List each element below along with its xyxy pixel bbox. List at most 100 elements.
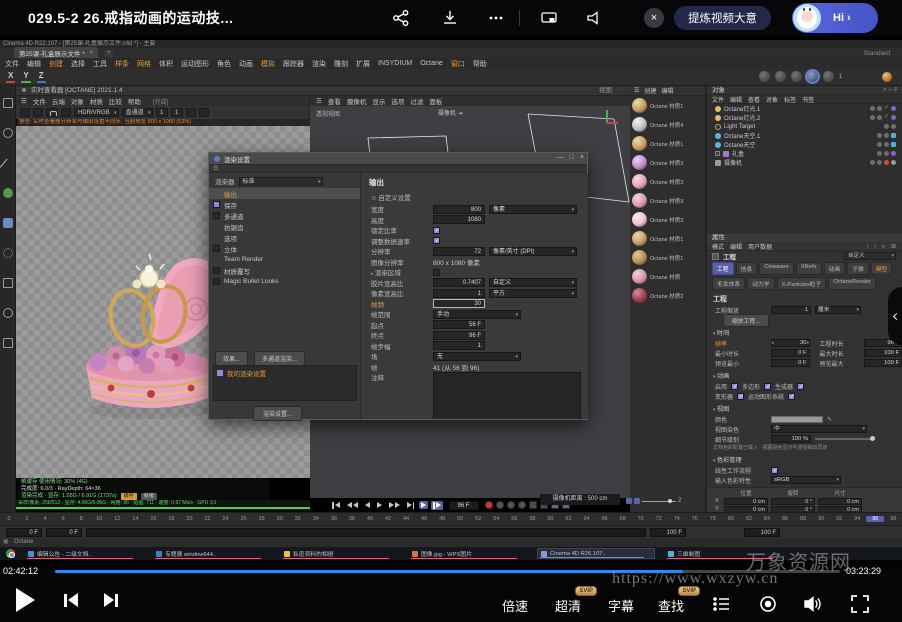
viewport-menu-过滤[interactable]: 过滤 — [410, 96, 423, 106]
axis-X[interactable]: X — [6, 71, 15, 83]
input-帧率[interactable]: 30 — [771, 339, 810, 347]
view-menu-label[interactable]: 视图 — [599, 86, 612, 96]
gray-tag-icon[interactable] — [891, 160, 896, 165]
input-分辨率[interactable]: 72 — [433, 247, 485, 256]
menu-创建[interactable]: 创建 — [49, 59, 63, 69]
material-thumbnail[interactable] — [632, 98, 647, 113]
attribute-menu-用户数据[interactable]: 用户数据 — [748, 242, 772, 251]
material-menu-编辑[interactable]: 编辑 — [661, 86, 673, 95]
tab-模型[interactable]: 模型 — [871, 262, 893, 275]
scale-project-button[interactable]: 缩放工程... — [723, 314, 769, 327]
taskbar-item[interactable]: 私密资料的相册 — [281, 548, 399, 559]
frame-tick[interactable]: 78 — [704, 516, 722, 522]
sound-toggle-icon[interactable] — [431, 501, 443, 510]
tab-子弹[interactable]: 子弹 — [847, 262, 869, 275]
close-summary-button[interactable]: × — [644, 8, 664, 28]
render-preset-item[interactable]: 我的渲染设置 — [214, 366, 356, 380]
frame-tick[interactable]: 12 — [108, 516, 126, 522]
taskbar-item[interactable]: 专题展 window644.. — [153, 548, 271, 559]
effects-button[interactable]: 效果... — [215, 351, 248, 366]
frame-tick[interactable]: 80 — [722, 516, 740, 522]
layer-dot-icon[interactable] — [877, 151, 882, 156]
attribute-menu-模式[interactable]: 模式 — [712, 242, 724, 251]
menu-工具[interactable]: 工具 — [93, 59, 107, 69]
viewport-menu-查看[interactable]: 查看 — [328, 96, 341, 106]
input-帧步幅[interactable]: 1 — [433, 341, 485, 350]
search-button[interactable]: 查找 SVIP — [658, 596, 684, 615]
material-item[interactable]: Octane 材质3 — [630, 191, 705, 210]
account-button[interactable]: Hi › — [792, 3, 878, 33]
keyframe-param-icon[interactable] — [529, 501, 537, 509]
material-thumbnail[interactable] — [632, 269, 647, 284]
material-thumbnail[interactable] — [632, 288, 647, 303]
taskbar-item[interactable]: 编辑公告 - 二级文档.. — [25, 548, 143, 559]
taskbar-item[interactable]: 图像.jpg - WPS图片 — [409, 548, 527, 559]
render-section-抗锯齿[interactable]: 抗锯齿 — [209, 221, 360, 232]
color-management-header[interactable]: 色彩管理 — [707, 452, 902, 465]
menu-运动图形[interactable]: 运动图形 — [181, 59, 209, 69]
tool-icon[interactable] — [3, 248, 13, 258]
render-settings-button[interactable]: 渲染设置... — [253, 406, 302, 421]
render-team-icon[interactable] — [823, 71, 834, 82]
frame-tick[interactable]: 66 — [596, 516, 614, 522]
view-section-header[interactable]: 视图 — [707, 401, 902, 414]
menu-角色[interactable]: 角色 — [217, 59, 231, 69]
axis-Z[interactable]: Z — [37, 71, 46, 83]
object-row[interactable]: +礼盒 — [707, 149, 902, 158]
object-menu-标签[interactable]: 标签 — [784, 95, 796, 104]
next-episode-button[interactable] — [104, 593, 118, 607]
frame-tick[interactable]: 34 — [307, 516, 325, 522]
prev-key-icon[interactable] — [345, 501, 360, 509]
frame-tick[interactable]: 46 — [415, 516, 433, 522]
frame-tick[interactable]: 82 — [740, 516, 758, 522]
frame-tick[interactable]: 48 — [433, 516, 451, 522]
annotation-textarea[interactable] — [433, 372, 581, 419]
dialog-titlebar[interactable]: 渲染设置 — □ × — [209, 153, 587, 165]
frame-tick[interactable]: 84 — [758, 516, 776, 522]
attribute-menu-编辑[interactable]: 编辑 — [730, 242, 742, 251]
frame-tick[interactable]: 52 — [469, 516, 487, 522]
material-item[interactable]: Octane 材质3 — [630, 172, 705, 191]
render-view-icon[interactable] — [759, 71, 770, 82]
material-item[interactable]: Octane 材质1 — [630, 134, 705, 153]
object-search-icons[interactable]: ⌕ ⌂ ≡ — [883, 86, 897, 95]
render-section-输出[interactable]: 输出 — [209, 188, 360, 199]
object-menu-查看[interactable]: 查看 — [748, 95, 760, 104]
play-button[interactable] — [16, 588, 35, 612]
frame-tick[interactable]: 40 — [361, 516, 379, 522]
material-item[interactable]: Octane 材质3 — [630, 153, 705, 172]
lod-knob[interactable] — [870, 436, 875, 441]
tab-OctaneRender[interactable]: OctaneRender — [828, 277, 876, 290]
frame-tick[interactable]: 8 — [72, 516, 90, 522]
octane-viewer-titlebar[interactable]: 实时查看器 [OCTANE] 2021.1.4 视图 — [16, 86, 630, 96]
checkbox[interactable] — [788, 393, 795, 400]
play-pause-render-icon[interactable] — [20, 108, 30, 117]
tint-select[interactable]: 中 — [771, 425, 867, 433]
frame-tick[interactable]: 0 — [0, 516, 18, 522]
frame-tick[interactable]: 74 — [668, 516, 686, 522]
input-帧范围[interactable]: 手动 — [433, 310, 521, 319]
material-thumbnail[interactable] — [632, 117, 647, 132]
octane-menu-对象[interactable]: 对象 — [71, 96, 84, 106]
material-item[interactable]: Octane 材质3 — [630, 210, 705, 229]
chrome-icon[interactable] — [6, 549, 15, 558]
frame-tick[interactable]: 32 — [289, 516, 307, 522]
attribute-nav-icons[interactable]: ‹ › ⌕ ⊞ — [867, 243, 898, 251]
checkbox[interactable] — [433, 227, 440, 234]
tool-icon[interactable] — [3, 98, 13, 108]
pick-focus-icon[interactable] — [61, 108, 71, 117]
menu-跟踪器[interactable]: 跟踪器 — [283, 59, 304, 69]
checkbox[interactable] — [433, 237, 440, 244]
frame-tick[interactable]: 86 — [776, 516, 794, 522]
next-key-icon[interactable] — [387, 501, 402, 509]
prev-episode-button[interactable] — [64, 593, 78, 607]
frame-tick[interactable]: 2 — [18, 516, 36, 522]
attribute-preset-select[interactable]: 自定义 — [844, 252, 896, 260]
checkbox[interactable] — [433, 269, 440, 276]
record-icon[interactable] — [485, 501, 493, 509]
frame-tick[interactable]: 98 — [884, 516, 902, 522]
range-start-field[interactable]: 0 F — [6, 528, 42, 537]
checkbox[interactable] — [797, 383, 804, 390]
goto-end-icon[interactable] — [405, 501, 417, 510]
material-item[interactable]: Octane 材质4 — [630, 115, 705, 134]
